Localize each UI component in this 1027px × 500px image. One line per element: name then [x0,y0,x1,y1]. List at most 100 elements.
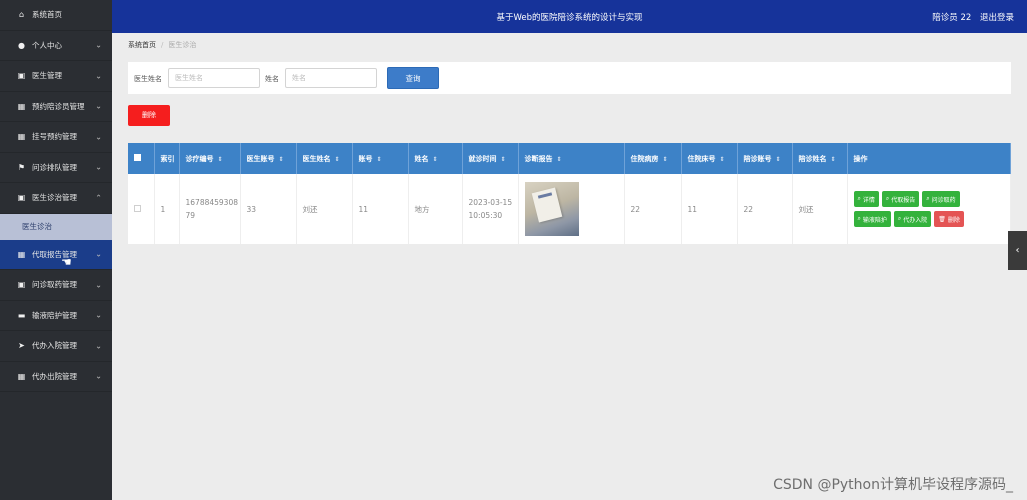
column-header-12[interactable]: 操作 [847,143,1011,174]
column-header-9[interactable]: 住院床号 ⇕ [681,143,738,174]
query-button[interactable]: 查询 [387,67,439,89]
column-header-3[interactable]: 医生姓名 ⇕ [296,143,353,174]
cell-actions: ⌕ 详情 ⌕ 代取报告 ⌕ 问诊取药 ⌕ 输液陪护 ⌕ 代办入院 🗑 删除 [847,174,1011,244]
column-header-label: 诊疗编号 [185,154,214,163]
send-icon: ➤ [18,341,25,351]
sidebar-item-3-items[interactable]: ▦ 预约陪诊员管理 ⌄ [0,92,112,122]
cell-escort-account: 22 [737,174,793,244]
cell-visit-time: 2023-03-15 10:05:30 [462,174,519,244]
sort-icon[interactable]: ⇕ [279,156,284,163]
name-label: 姓名 [265,75,279,83]
column-header-0[interactable]: 索引 [154,143,180,174]
column-header-7[interactable]: 诊断报告 ⇕ [518,143,625,174]
sidebar-item-0-items[interactable]: ⌂ 系统首页 [0,0,112,31]
sidebar-item-label: 挂号预约管理 [32,132,77,142]
select-all-checkbox[interactable] [134,154,141,161]
action-button-5[interactable]: 🗑 删除 [934,211,964,227]
action-button-3[interactable]: ⌕ 输液陪护 [853,211,891,227]
doc-icon: ▣ [17,280,26,290]
sort-icon[interactable]: ⇕ [776,156,781,163]
sort-icon[interactable]: ⇕ [720,156,725,163]
column-header-label: 住院病房 [630,154,659,163]
action-label: 删除 [947,216,960,224]
action-button-2[interactable]: ⌕ 问诊取药 [922,191,960,207]
chevron-left-icon: ‹ [1015,245,1020,256]
column-header-label: 操作 [853,154,868,163]
sidebar-item-label: 代办入院管理 [32,341,77,351]
column-header-6[interactable]: 就诊时间 ⇕ [462,143,519,174]
column-header-label: 账号 [358,154,373,163]
chevron-up-icon: ⌃ [95,193,102,203]
sidebar-item-2-items[interactable]: ▣ 医生管理 ⌄ [0,61,112,92]
action-button-1[interactable]: ⌕ 代取报告 [881,191,920,207]
sort-icon[interactable]: ⇕ [831,156,836,163]
chevron-down-icon: ⌄ [95,341,102,351]
user-icon: ● [18,40,25,50]
sidebar-item-1-items[interactable]: ● 个人中心 ⌄ [0,31,112,61]
column-header-label: 诊断报告 [524,154,553,163]
cell-name: 地方 [408,174,463,244]
cell-visit-no: 1678845930879 [179,174,241,244]
report-thumbnail[interactable] [524,182,579,236]
action-button-4[interactable]: ⌕ 代办入院 [893,211,932,227]
chevron-down-icon: ⌄ [95,280,102,290]
sort-icon[interactable]: ⇕ [663,156,668,163]
breadcrumb-home[interactable]: 系统首页 [128,41,156,49]
breadcrumb-separator: / [161,41,164,49]
sort-icon[interactable]: ⇕ [501,156,506,163]
column-header-2[interactable]: 医生账号 ⇕ [240,143,297,174]
sidebar-item-3-items2[interactable]: ➤ 代办入院管理 ⌄ [0,331,112,362]
grid-icon: ▦ [17,249,26,259]
sidebar-item-0-items2[interactable]: ▦ 代取报告管理 ⌄ [0,239,112,270]
doctor-name-input[interactable]: 医生姓名 [168,68,260,88]
column-header-8[interactable]: 住院病房 ⇕ [624,143,682,174]
column-header-label: 陪诊账号 [743,154,772,163]
sidebar: ⌂ 系统首页 ● 个人中心 ⌄ ▣ 医生管理 ⌄ ▦ 预约陪诊员管理 ⌄ ▦ 挂号预约管理 ⌄ ⚑ 问诊排队管… [0,0,112,500]
action-label: 代办入院 [903,216,928,224]
app-title: 基于Web的医院陪诊系统的设计与实现 [496,13,643,23]
header-select-all[interactable] [128,143,155,174]
batch-delete-button[interactable]: 删除 [128,105,170,126]
sort-icon[interactable]: ⇕ [377,156,382,163]
sidebar-subitem-doctor-treatment[interactable]: 医生诊治 [0,213,112,240]
chevron-down-icon: ⌄ [95,71,102,81]
sidebar-item-label: 预约陪诊员管理 [32,101,85,111]
collapse-panel-button[interactable]: ‹ [1008,231,1027,270]
sort-icon[interactable]: ⇕ [433,156,438,163]
column-header-4[interactable]: 账号 ⇕ [352,143,409,174]
sort-icon[interactable]: ⇕ [335,156,340,163]
home-icon: ⌂ [18,10,25,20]
chevron-down-icon: ⌄ [95,101,102,111]
sidebar-item-2-items2[interactable]: ▬ 输液陪护管理 ⌄ [0,301,112,331]
sidebar-item-5-items[interactable]: ⚑ 问诊排队管理 ⌄ [0,153,112,183]
doc-icon: ▣ [17,193,26,203]
logout-link[interactable]: 退出登录 [980,13,1014,23]
column-header-label: 就诊时间 [468,154,497,163]
table-row: 1 1678845930879 33 刘还 11 地方 2023-03-15 1… [128,174,1011,244]
column-header-10[interactable]: 陪诊账号 ⇕ [737,143,793,174]
data-table: 索引 诊疗编号 ⇕ 医生账号 ⇕ 医生姓名 ⇕ 账号 ⇕ 姓名 ⇕ 就诊时间 ⇕ 诊断报告 ⇕ 住院病房 ⇕ 住院… [128,143,1011,244]
row-checkbox[interactable] [134,204,141,212]
doctor-name-label: 医生姓名 [134,75,162,83]
action-button-0[interactable]: ⌕ 详情 [853,191,879,207]
breadcrumb: 系统首页 / 医生诊治 [128,40,196,50]
cell-doctor-account: 33 [240,174,297,244]
column-header-11[interactable]: 陪诊姓名 ⇕ [792,143,848,174]
sort-icon[interactable]: ⇕ [218,156,223,163]
cell-escort-name: 刘还 [792,174,848,244]
column-header-5[interactable]: 姓名 ⇕ [408,143,463,174]
sort-icon[interactable]: ⇕ [557,156,562,163]
sidebar-item-6-items[interactable]: ▣ 医生诊治管理 ⌃ [0,183,112,214]
chevron-down-icon: ⌄ [95,162,102,172]
sidebar-item-1-items2[interactable]: ▣ 问诊取药管理 ⌄ [0,270,112,301]
name-input[interactable]: 姓名 [285,68,377,88]
flag-icon: ⚑ [17,162,26,172]
sidebar-item-label: 问诊排队管理 [32,162,77,172]
column-header-label: 医生姓名 [302,154,331,163]
row-select[interactable] [128,174,155,244]
grid-icon: ▦ [17,101,26,111]
doc-icon: ▣ [17,71,26,81]
sidebar-item-4-items2[interactable]: ▦ 代办出院管理 ⌄ [0,362,112,392]
column-header-1[interactable]: 诊疗编号 ⇕ [179,143,241,174]
sidebar-item-4-items[interactable]: ▦ 挂号预约管理 ⌄ [0,122,112,153]
